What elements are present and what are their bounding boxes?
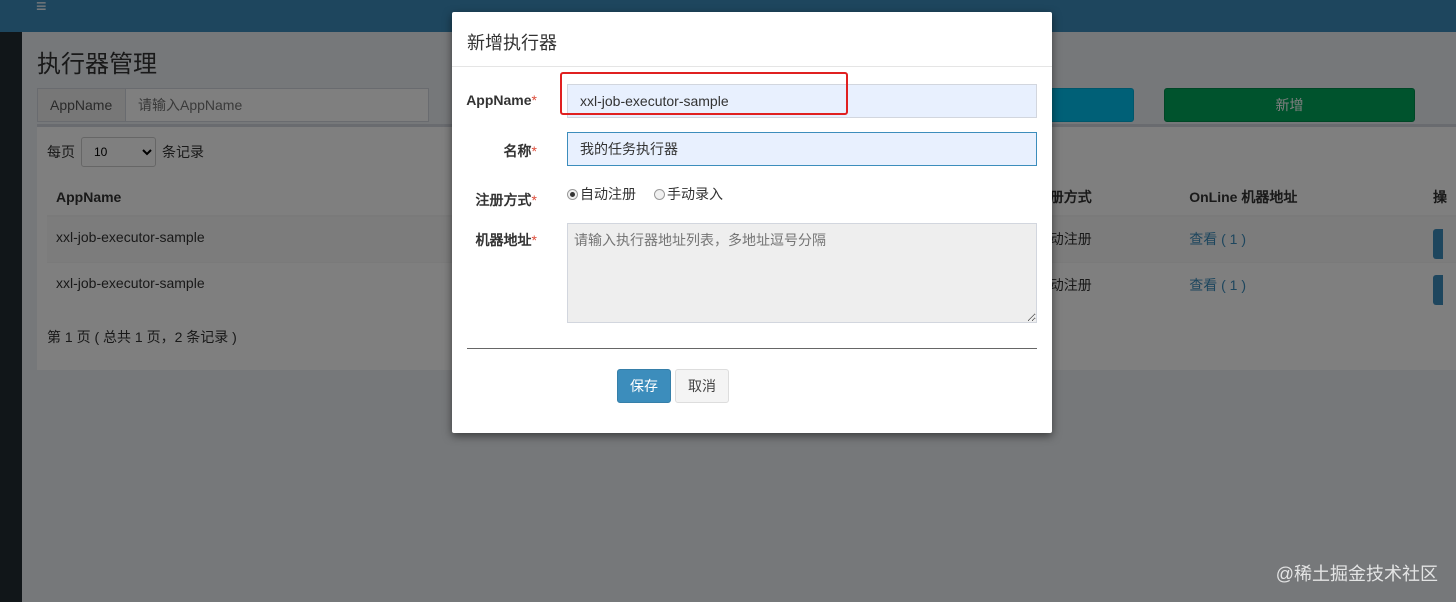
required-mark: *: [531, 143, 537, 159]
modal-divider: [467, 348, 1037, 349]
radio-checked-icon: [567, 188, 578, 200]
appname-highlight-box: [560, 72, 848, 115]
required-mark: *: [531, 192, 537, 208]
name-field-label: 名称*: [503, 143, 537, 159]
watermark: @稀土掘金技术社区: [1275, 564, 1438, 584]
reg-type-auto-radio[interactable]: 自动注册: [567, 184, 636, 204]
name-field[interactable]: [567, 132, 1037, 166]
address-textarea[interactable]: [567, 223, 1037, 323]
save-button[interactable]: 保存: [617, 369, 671, 403]
modal-title: 新增执行器: [452, 12, 1052, 67]
address-field-label: 机器地址*: [475, 232, 537, 248]
radio-unchecked-icon: [654, 188, 665, 200]
required-mark: *: [531, 232, 537, 248]
required-mark: *: [531, 92, 537, 108]
reg-type-manual-radio[interactable]: 手动录入: [654, 184, 723, 204]
cancel-button[interactable]: 取消: [675, 369, 729, 403]
appname-field-label: AppName*: [466, 92, 537, 108]
reg-type-radio-group: 自动注册 手动录入: [567, 184, 723, 204]
reg-type-field-label: 注册方式*: [475, 192, 537, 208]
